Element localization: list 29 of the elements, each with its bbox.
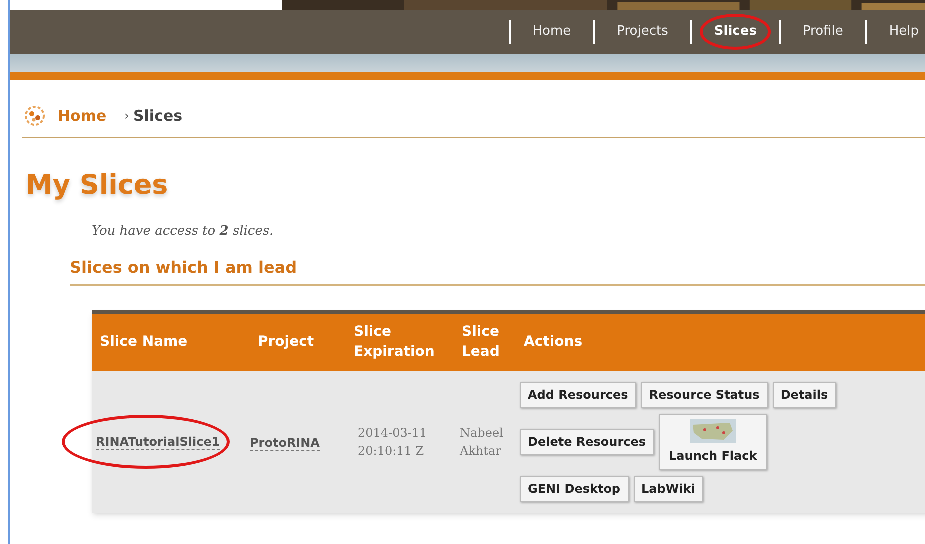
highlight-ellipse <box>700 14 771 50</box>
table-cell-text: Nabeel Akhtar <box>459 424 504 460</box>
column-header: Slice Name <box>99 333 189 352</box>
breadcrumb-current: Slices <box>133 106 183 127</box>
action-button[interactable]: GENI Desktop <box>520 476 629 502</box>
action-button[interactable]: Launch Flack <box>659 414 768 470</box>
column-header: Slice Lead <box>461 323 501 362</box>
nav-link[interactable]: Profile <box>788 14 858 50</box>
action-button[interactable]: Resource Status <box>641 382 768 408</box>
slice-name-link[interactable]: RINATutorialSlice1 <box>62 414 230 468</box>
nav-link[interactable]: Home <box>518 14 586 50</box>
column-header: Actions <box>523 333 584 352</box>
map-icon <box>690 418 736 442</box>
column-header: Project <box>257 333 316 352</box>
access-text: You have access to 2 slices. <box>92 223 275 241</box>
action-button[interactable]: Add Resources <box>520 382 636 408</box>
nav-link[interactable]: Help <box>875 14 925 50</box>
nav-link[interactable]: Slices <box>700 14 771 50</box>
nav-link[interactable]: Projects <box>603 14 682 50</box>
project-link[interactable]: ProtoRINA <box>250 436 320 450</box>
action-button[interactable]: Details <box>772 382 836 408</box>
table-cell-text: 2014-03-11 20:10:11 Z <box>357 424 428 460</box>
page-title: My Slices <box>26 168 170 202</box>
breadcrumb-separator: › <box>124 108 130 126</box>
globe-icon <box>22 105 48 128</box>
column-header: Slice Expiration <box>353 323 436 362</box>
action-button[interactable]: LabWiki <box>634 476 704 502</box>
section-title: Slices on which I am lead <box>70 256 925 286</box>
action-button[interactable]: Delete Resources <box>520 428 654 454</box>
